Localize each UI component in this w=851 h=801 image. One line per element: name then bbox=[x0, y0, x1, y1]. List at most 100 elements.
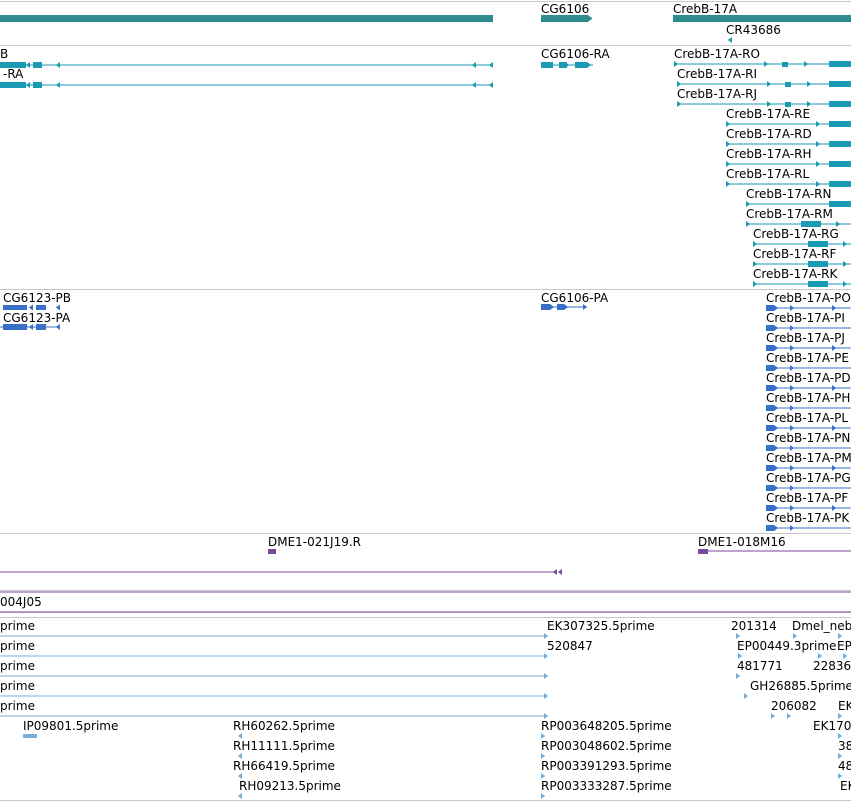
gene-label[interactable]: CR43686 bbox=[726, 23, 781, 37]
track-canvas[interactable]: CG6106 CrebB-17A CR43686 B -RA CG6106-RA CrebB… bbox=[0, 0, 851, 801]
est-box[interactable] bbox=[23, 734, 37, 738]
exon-box[interactable] bbox=[0, 82, 26, 88]
gene-bar[interactable] bbox=[541, 15, 587, 22]
gene-label[interactable]: CG6106 bbox=[541, 2, 589, 16]
exon-box[interactable] bbox=[829, 61, 851, 67]
exon-box[interactable] bbox=[829, 141, 851, 147]
est-label[interactable]: 520847 bbox=[547, 639, 593, 653]
est-label[interactable]: RP003391293.5prime bbox=[541, 759, 672, 773]
transcript-label[interactable]: CG6106-RA bbox=[541, 47, 610, 61]
protein-label[interactable]: CrebB-17A-PI bbox=[766, 311, 845, 325]
transcript-label[interactable]: CrebB-17A-RF bbox=[753, 247, 836, 261]
gene-bar[interactable] bbox=[0, 15, 493, 22]
protein-label[interactable]: CrebB-17A-PG bbox=[766, 471, 851, 485]
protein-box[interactable] bbox=[3, 305, 27, 310]
protein-label[interactable]: CrebB-17A-PD bbox=[766, 371, 851, 385]
protein-label[interactable]: CrebB-17A-PN bbox=[766, 431, 850, 445]
exon-box[interactable] bbox=[33, 62, 42, 68]
est-label[interactable]: RH66419.5prime bbox=[233, 759, 335, 773]
exon-box[interactable] bbox=[782, 62, 788, 67]
protein-label[interactable]: CG6106-PA bbox=[541, 291, 609, 305]
exon-box[interactable] bbox=[829, 101, 851, 107]
est-label[interactable]: 38 bbox=[838, 739, 851, 753]
est-label[interactable]: 48 bbox=[838, 759, 851, 773]
exon-box[interactable] bbox=[829, 161, 851, 167]
transcript-label[interactable]: B bbox=[0, 47, 8, 61]
strand-arrow-left-icon bbox=[28, 304, 33, 311]
transcript-label[interactable]: CrebB-17A-RO bbox=[674, 47, 760, 61]
transcript-label[interactable]: CrebB-17A-RI bbox=[677, 67, 757, 81]
est-label[interactable]: EK bbox=[838, 699, 851, 713]
protein-box[interactable] bbox=[766, 525, 774, 531]
est-label[interactable]: RP003048602.5prime bbox=[541, 739, 672, 753]
est-label[interactable]: Dmel_neb bbox=[792, 619, 851, 633]
est-label[interactable]: GH26885.5prime bbox=[750, 679, 851, 693]
gene-bar[interactable] bbox=[673, 15, 851, 22]
transcript-label[interactable]: CrebB-17A-RE bbox=[726, 107, 810, 121]
est-label[interactable]: 201314 bbox=[731, 619, 777, 633]
protein-box[interactable] bbox=[36, 305, 46, 310]
est-label[interactable]: prime bbox=[0, 639, 35, 653]
est-label[interactable]: RH09213.5prime bbox=[239, 779, 341, 793]
transcript-label[interactable]: CrebB-17A-RH bbox=[726, 147, 812, 161]
strand-arrow-right-icon bbox=[804, 61, 809, 67]
est-label[interactable]: EK bbox=[840, 779, 851, 793]
exon-box[interactable] bbox=[575, 62, 587, 68]
est-label[interactable]: RP003648205.5prime bbox=[541, 719, 672, 733]
protein-box[interactable] bbox=[3, 324, 27, 330]
est-label[interactable]: RH11111.5prime bbox=[233, 739, 335, 753]
est-label[interactable]: EK307325.5prime bbox=[547, 619, 655, 633]
est-label[interactable]: IP09801.5prime bbox=[23, 719, 118, 733]
transcript-label[interactable]: CrebB-17A-RD bbox=[726, 127, 812, 141]
est-label[interactable]: prime bbox=[0, 619, 35, 633]
transcript-label[interactable]: CrebB-17A-RK bbox=[753, 267, 838, 281]
transcript-label[interactable]: CrebB-17A-RG bbox=[753, 227, 839, 241]
est-label[interactable]: EK170 bbox=[813, 719, 851, 733]
protein-box[interactable] bbox=[36, 324, 46, 330]
clone-label[interactable]: DME1-021J19.R bbox=[268, 535, 361, 549]
est-label[interactable]: RP003333287.5prime bbox=[541, 779, 672, 793]
exon-box[interactable] bbox=[829, 181, 851, 187]
protein-label[interactable]: CrebB-17A-PE bbox=[766, 351, 849, 365]
transcript-label[interactable]: -RA bbox=[3, 67, 24, 81]
protein-label[interactable]: CrebB-17A-PJ bbox=[766, 331, 845, 345]
est-label[interactable]: EP bbox=[837, 639, 851, 653]
exon-box[interactable] bbox=[829, 121, 851, 127]
protein-label[interactable]: CrebB-17A-PL bbox=[766, 411, 848, 425]
strand-arrow-left-icon bbox=[471, 62, 476, 68]
clone-box[interactable] bbox=[268, 549, 276, 554]
protein-box[interactable] bbox=[557, 304, 564, 310]
est-label[interactable]: 481771 bbox=[737, 659, 783, 673]
protein-label[interactable]: CrebB-17A-PO bbox=[766, 291, 851, 305]
exon-box[interactable] bbox=[785, 82, 791, 87]
transcript-label[interactable]: CrebB-17A-RJ bbox=[677, 87, 757, 101]
exon-box[interactable] bbox=[33, 82, 42, 88]
clone-label[interactable]: DME1-018M16 bbox=[698, 535, 786, 549]
genome-browser-view[interactable]: CG6106 CrebB-17A CR43686 B -RA CG6106-RA CrebB… bbox=[0, 0, 851, 801]
protein-label[interactable]: CrebB-17A-PF bbox=[766, 491, 848, 505]
est-label[interactable]: prime bbox=[0, 679, 35, 693]
est-label[interactable]: EP00449.3prime bbox=[737, 639, 836, 653]
protein-label[interactable]: CrebB-17A-PK bbox=[766, 511, 850, 525]
est-label[interactable]: prime bbox=[0, 699, 35, 713]
est-label[interactable]: 206082 bbox=[771, 699, 817, 713]
clone-label[interactable]: 004J05 bbox=[0, 595, 42, 609]
transcript-label[interactable]: CrebB-17A-RN bbox=[746, 187, 831, 201]
exon-box[interactable] bbox=[829, 81, 851, 87]
protein-box[interactable] bbox=[541, 304, 550, 310]
est-label[interactable]: prime bbox=[0, 659, 35, 673]
exon-box[interactable] bbox=[0, 62, 26, 68]
protein-label[interactable]: CG6123-PB bbox=[3, 291, 71, 305]
protein-label[interactable]: CG6123-PA bbox=[3, 311, 71, 325]
protein-label[interactable]: CrebB-17A-PH bbox=[766, 391, 850, 405]
protein-label[interactable]: CrebB-17A-PM bbox=[766, 451, 851, 465]
strand-arrow-right-icon bbox=[746, 221, 751, 227]
transcript-label[interactable]: CrebB-17A-RL bbox=[726, 167, 809, 181]
clone-box[interactable] bbox=[698, 549, 708, 554]
gene-label[interactable]: CrebB-17A bbox=[673, 2, 738, 16]
strand-arrow-left-icon bbox=[488, 62, 493, 68]
exon-box[interactable] bbox=[808, 281, 828, 287]
est-label[interactable]: RH60262.5prime bbox=[233, 719, 335, 733]
transcript-label[interactable]: CrebB-17A-RM bbox=[746, 207, 833, 221]
est-label[interactable]: 22836 bbox=[813, 659, 851, 673]
